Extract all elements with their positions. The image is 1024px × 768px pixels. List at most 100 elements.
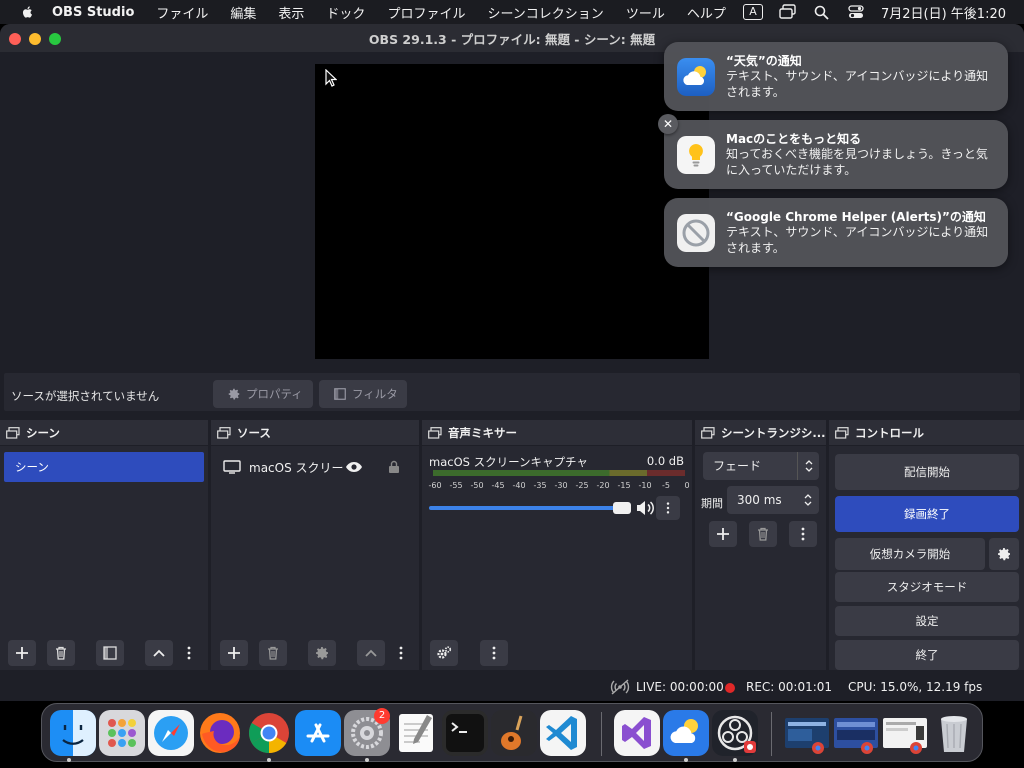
controls-dock: コントロール 配信開始 録画終了 仮想カメラ開始 スタジオモード 設定 終了	[829, 420, 1024, 670]
transition-type-select[interactable]: フェード	[703, 452, 819, 480]
menu-profile[interactable]: プロファイル	[387, 3, 465, 22]
scene-list-item[interactable]: シーン	[4, 452, 204, 482]
notification-chrome-helper[interactable]: “Google Chrome Helper (Alerts)”の通知 テキスト、…	[664, 198, 1008, 267]
plus-icon	[16, 647, 28, 659]
properties-button[interactable]: プロパティ	[213, 380, 313, 408]
tips-icon	[677, 136, 715, 174]
preview-canvas[interactable]	[315, 64, 709, 359]
source-properties-button[interactable]	[308, 640, 336, 666]
sources-dock-header[interactable]: ソース	[211, 420, 419, 446]
transition-duration-spinbox[interactable]: 300 ms	[727, 486, 819, 514]
settings-button[interactable]: 設定	[835, 606, 1019, 636]
filters-button[interactable]: フィルタ	[319, 380, 407, 408]
no-source-selected-label: ソースが選択されていません	[11, 389, 160, 403]
chrome-icon[interactable]	[246, 710, 292, 756]
exit-button[interactable]: 終了	[835, 640, 1019, 670]
visual-studio-icon[interactable]	[614, 710, 660, 756]
vscode-icon[interactable]	[540, 710, 586, 756]
meter-tick-label: -35	[533, 481, 547, 490]
scenes-more-button[interactable]	[175, 640, 203, 666]
stop-recording-button[interactable]: 録画終了	[835, 496, 1019, 532]
screen-mirroring-icon[interactable]	[779, 4, 797, 20]
obs-studio-icon[interactable]	[712, 710, 758, 756]
plus-icon	[228, 647, 240, 659]
scene-filters-button[interactable]	[96, 640, 124, 666]
control-center-icon[interactable]	[847, 4, 865, 20]
menu-dock[interactable]: ドック	[326, 3, 365, 22]
dock-float-icon	[428, 426, 442, 439]
remove-source-button[interactable]	[259, 640, 287, 666]
studio-mode-button[interactable]: スタジオモード	[835, 572, 1019, 602]
sources-dock-title: ソース	[237, 425, 271, 440]
move-source-up-button[interactable]	[357, 640, 385, 666]
garageband-icon[interactable]	[491, 710, 537, 756]
spotlight-search-icon[interactable]	[813, 4, 831, 20]
source-list-item[interactable]: macOS スクリー	[223, 456, 413, 478]
launchpad-icon[interactable]	[99, 710, 145, 756]
menubar-clock[interactable]: 7月2日(日) 午後1:20	[881, 3, 1006, 22]
transition-properties-button[interactable]	[789, 521, 817, 547]
mixer-more-button[interactable]	[480, 640, 508, 666]
virtual-camera-settings-button[interactable]	[989, 538, 1019, 570]
sources-more-button[interactable]	[387, 640, 415, 666]
terminal-icon[interactable]	[442, 710, 488, 756]
finder-icon[interactable]	[50, 710, 96, 756]
menu-scene-collection[interactable]: シーンコレクション	[487, 3, 603, 22]
mixer-channel-level: 0.0 dB	[646, 454, 684, 468]
weather-dock-icon[interactable]	[663, 710, 709, 756]
notification-tips[interactable]: Macのことをもっと知る 知っておくべき機能を見つけましょう。きっと気に入ってい…	[664, 120, 1008, 189]
close-window-button[interactable]	[9, 33, 21, 45]
apple-icon[interactable]	[18, 5, 38, 19]
menu-help[interactable]: ヘルプ	[687, 3, 726, 22]
add-transition-button[interactable]	[709, 521, 737, 547]
scenes-dock-header[interactable]: シーン	[0, 420, 208, 446]
remove-transition-button[interactable]	[749, 521, 777, 547]
mouse-cursor-icon	[325, 69, 337, 87]
add-scene-button[interactable]	[8, 640, 36, 666]
start-streaming-button[interactable]: 配信開始	[835, 454, 1019, 490]
status-bar: LIVE: 00:00:00 REC: 00:01:01 CPU: 15.0%,…	[0, 673, 1024, 701]
volume-meter-scale: -60 -55 -50 -45 -40 -35 -30 -25 -20 -15 -10 -5 0	[428, 479, 689, 493]
meter-tick-label: -60	[428, 481, 442, 490]
safari-icon[interactable]	[148, 710, 194, 756]
menu-view[interactable]: 表示	[278, 3, 304, 22]
menu-edit[interactable]: 編集	[230, 3, 256, 22]
add-source-button[interactable]	[220, 640, 248, 666]
notification-weather[interactable]: “天気”の通知 テキスト、サウンド、アイコンバッジにより通知されます。	[664, 42, 1008, 111]
visibility-eye-icon[interactable]	[345, 460, 363, 474]
meter-tick-label: -50	[470, 481, 484, 490]
firefox-icon[interactable]	[197, 710, 243, 756]
mixer-channel-name: macOS スクリーンキャプチャ	[429, 455, 588, 469]
chrome-helper-icon	[677, 214, 715, 252]
trash-icon[interactable]	[931, 710, 977, 756]
kebab-menu-icon	[187, 646, 191, 660]
start-virtual-camera-button[interactable]: 仮想カメラ開始	[835, 538, 985, 570]
controls-dock-header[interactable]: コントロール	[829, 420, 1024, 446]
trash-icon	[56, 646, 66, 660]
advanced-audio-properties-button[interactable]	[430, 640, 458, 666]
spinbox-arrows-icon[interactable]	[797, 486, 819, 514]
textedit-icon[interactable]	[393, 710, 439, 756]
scene-transitions-dock-header[interactable]: シーントランジシ...	[695, 420, 826, 446]
audio-mixer-dock-header[interactable]: 音声ミキサー	[422, 420, 692, 446]
chrome-window-thumbnail-icon[interactable]	[833, 710, 879, 756]
chrome-window-thumbnail-icon[interactable]	[784, 710, 830, 756]
gears-icon	[437, 646, 452, 659]
menu-file[interactable]: ファイル	[156, 3, 208, 22]
speaker-volume-icon[interactable]	[635, 499, 655, 517]
recording-indicator-dot	[725, 683, 735, 693]
chrome-window-thumbnail-icon[interactable]	[882, 710, 928, 756]
remove-scene-button[interactable]	[47, 640, 75, 666]
menu-tools[interactable]: ツール	[626, 3, 665, 22]
app-store-icon[interactable]	[295, 710, 341, 756]
input-source-indicator[interactable]: A	[742, 4, 763, 20]
mixer-channel-menu-button[interactable]	[656, 496, 680, 520]
volume-slider[interactable]	[429, 502, 631, 514]
minimize-window-button[interactable]	[29, 33, 41, 45]
notification-close-button[interactable]: ✕	[658, 114, 678, 134]
volume-slider-handle[interactable]	[613, 502, 631, 514]
menu-app-name[interactable]: OBS Studio	[52, 5, 134, 20]
lock-icon[interactable]	[387, 460, 401, 474]
zoom-window-button[interactable]	[49, 33, 61, 45]
move-scene-up-button[interactable]	[145, 640, 173, 666]
